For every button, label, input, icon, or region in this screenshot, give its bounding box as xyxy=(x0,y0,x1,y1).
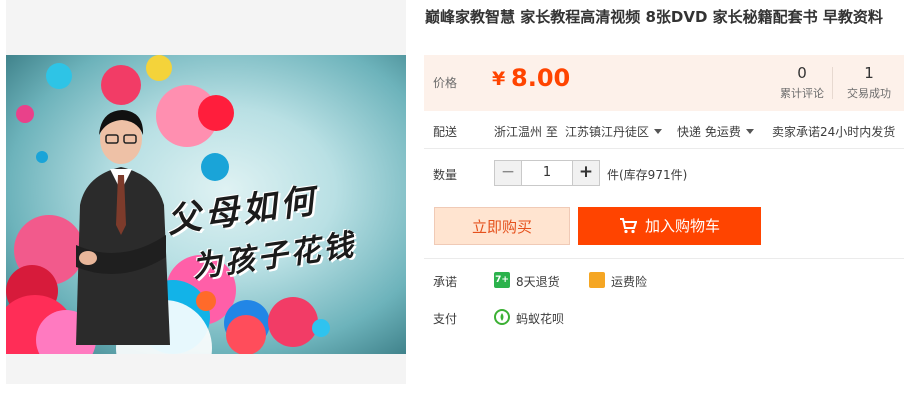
add-to-cart-label: 加入购物车 xyxy=(644,217,720,235)
sales-count-stat: 1 交易成功 xyxy=(838,64,900,101)
review-count-label: 累计评论 xyxy=(780,87,824,100)
quantity-label: 数量 xyxy=(433,168,458,182)
action-buttons: 立即购买 加入购物车 xyxy=(424,207,904,245)
product-title: 巅峰家教智慧 家长教程高清视频 8张DVD 家长秘籍配套书 早教资料 xyxy=(425,8,883,26)
shipping-destination-select[interactable]: 江苏镇江丹徒区 xyxy=(565,123,663,140)
stat-divider xyxy=(832,67,833,99)
cart-icon xyxy=(619,218,638,234)
price-panel: 价格 ¥ 8.00 0 累计评论 1 交易成功 xyxy=(424,55,904,111)
quantity-row: 数量 − 1 + 件(库存971件) xyxy=(424,160,904,186)
sales-count-label: 交易成功 xyxy=(847,87,891,100)
price-label: 价格 xyxy=(433,76,458,90)
payment-label: 支付 xyxy=(433,312,458,326)
shipping-method: 快递 免运费 xyxy=(677,125,741,139)
huabei-icon xyxy=(494,309,510,325)
guarantee-label: 承诺 xyxy=(433,275,458,289)
quantity-input[interactable]: 1 xyxy=(522,160,572,186)
insurance-icon xyxy=(589,272,605,288)
buy-now-button[interactable]: 立即购买 xyxy=(434,207,570,245)
presenter-figure xyxy=(76,110,170,345)
review-count: 0 xyxy=(797,64,807,82)
decor-circle xyxy=(146,55,172,81)
returns-policy[interactable]: 8天退货 xyxy=(516,273,560,290)
chevron-down-icon xyxy=(745,129,754,134)
guarantee-row: 承诺 7+ 8天退货 运费险 xyxy=(424,271,904,289)
payment-row: 支付 蚂蚁花呗 xyxy=(424,308,904,326)
price-value: 8.00 xyxy=(511,64,571,92)
section-divider xyxy=(424,148,904,149)
product-gallery: 父母如何 为孩子花钱 xyxy=(6,0,406,384)
review-count-stat[interactable]: 0 累计评论 xyxy=(771,64,833,101)
sales-count: 1 xyxy=(864,64,874,82)
decor-circle xyxy=(196,291,216,311)
shipping-promise: 卖家承诺24小时内发货 xyxy=(772,125,896,139)
shipping-label: 配送 xyxy=(433,125,458,139)
decor-circle xyxy=(16,105,34,123)
decor-circle xyxy=(36,151,48,163)
decor-circle xyxy=(268,297,318,347)
quantity-stepper: − 1 + xyxy=(494,160,600,186)
add-to-cart-button[interactable]: 加入购物车 xyxy=(578,207,761,245)
shipping-destination: 江苏镇江丹徒区 xyxy=(565,125,650,139)
payment-method[interactable]: 蚂蚁花呗 xyxy=(516,310,564,327)
returns-icon: 7+ xyxy=(494,272,510,288)
shipping-insurance[interactable]: 运费险 xyxy=(611,273,647,290)
decor-circle xyxy=(226,315,266,354)
shipping-method-select[interactable]: 快递 免运费 xyxy=(677,123,754,140)
price-currency: ¥ xyxy=(492,68,506,90)
quantity-decrease-button[interactable]: − xyxy=(494,160,522,186)
decor-circle xyxy=(201,153,229,181)
decor-circle xyxy=(46,63,72,89)
shipping-origin: 浙江温州 至 xyxy=(494,125,558,139)
product-main-image[interactable]: 父母如何 为孩子花钱 xyxy=(6,55,406,354)
shipping-row: 配送 浙江温州 至 江苏镇江丹徒区 快递 免运费 卖家承诺24小时内发货 xyxy=(424,122,904,140)
stock-text: 件(库存971件) xyxy=(607,168,688,182)
chevron-down-icon xyxy=(654,129,663,134)
section-divider xyxy=(424,258,904,259)
quantity-increase-button[interactable]: + xyxy=(572,160,600,186)
decor-circle xyxy=(312,319,330,337)
decor-circle xyxy=(198,95,234,131)
